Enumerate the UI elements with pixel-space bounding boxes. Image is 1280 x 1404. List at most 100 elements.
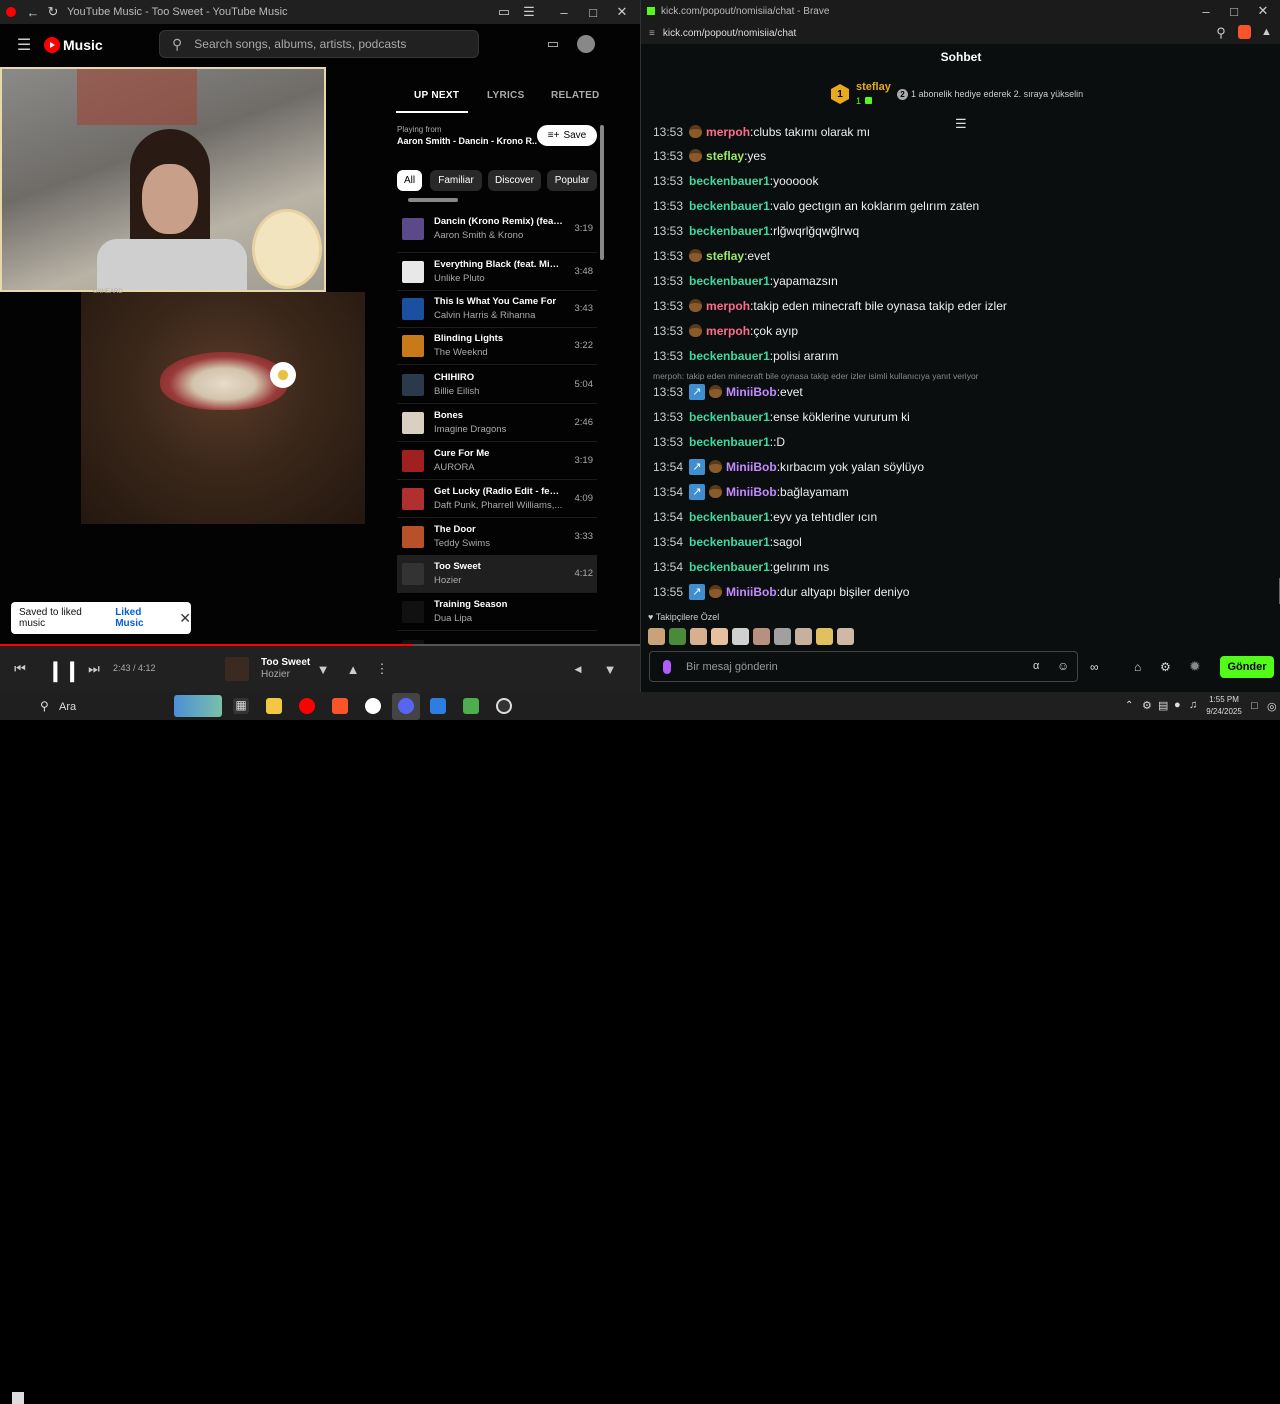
chip-all[interactable]: All (397, 170, 422, 191)
yt-music-logo[interactable]: Music (44, 37, 103, 53)
queue-item[interactable]: Get Lucky (Radio Edit - feat.... Daft Pun… (397, 480, 597, 518)
brave-rewards-icon[interactable]: ▲ (1261, 26, 1272, 38)
queue-item[interactable]: CHIHIRO Billie Eilish 5:04 (397, 366, 597, 404)
hamburger-menu-icon[interactable]: ☰ (16, 37, 32, 54)
taskbar-date[interactable]: 9/24/2025 (1204, 707, 1244, 716)
message-username[interactable]: beckenbauer1 (689, 224, 770, 238)
chat-input[interactable]: Bir mesaj gönderin α ☺ (649, 651, 1078, 682)
queue-item[interactable]: Too Sweet Hozier 4:12 (397, 555, 597, 593)
message-username[interactable]: steflay (706, 249, 744, 263)
tab-up-next[interactable]: UP NEXT (414, 90, 459, 101)
queue-item[interactable]: Dancin (Krono Remix) (feat.... Aaron Smit… (397, 205, 597, 253)
brave-taskbar-icon[interactable] (332, 698, 348, 714)
chip-popular[interactable]: Popular (547, 170, 597, 191)
chip-discover[interactable]: Discover (488, 170, 541, 191)
tray-volume-icon[interactable]: ♫ (1189, 699, 1197, 711)
queue-item[interactable]: Blinding Lights The Weeknd 3:22 (397, 327, 597, 365)
menu-lines-icon[interactable]: ☰ (521, 4, 537, 20)
obs-taskbar-icon[interactable] (496, 698, 512, 714)
notifications-icon[interactable]: □ (1251, 700, 1258, 712)
tray-network-icon[interactable]: ▤ (1158, 699, 1168, 712)
pinned-username[interactable]: steflay (856, 81, 891, 93)
extension-icon[interactable]: ▭ (496, 4, 512, 20)
thumbs-down-icon[interactable]: ▼ (315, 661, 331, 677)
chips-scrollbar[interactable] (408, 198, 458, 202)
emote-icon[interactable] (690, 628, 707, 645)
queue-item[interactable]: Training Season Dua Lipa (397, 593, 597, 631)
tray-microphone-icon[interactable]: ● (1174, 699, 1181, 711)
message-username[interactable]: beckenbauer1 (689, 349, 770, 363)
maximize-icon[interactable]: □ (585, 4, 601, 20)
player-title[interactable]: Too Sweet (261, 657, 310, 668)
emote-icon[interactable] (795, 628, 812, 645)
youtube-music-taskbar-icon[interactable] (299, 698, 315, 714)
points-icon[interactable]: ✹ (1189, 658, 1201, 675)
emote-icon[interactable] (774, 628, 791, 645)
message-username[interactable]: MiniiBob (726, 485, 777, 499)
close-window-icon[interactable]: ✕ (614, 4, 630, 20)
message-username[interactable]: steflay (706, 149, 744, 163)
message-username[interactable]: beckenbauer1 (689, 510, 770, 524)
expand-player-icon[interactable]: ▼ (602, 661, 618, 677)
minimize-icon[interactable]: – (556, 4, 572, 20)
taskbar-search-label[interactable]: Ara (59, 701, 76, 713)
queue-item[interactable]: This Is What You Came For Calvin Harris &… (397, 290, 597, 328)
brave-shield-icon[interactable] (1238, 25, 1251, 39)
emote-icon[interactable] (669, 628, 686, 645)
emote-icon[interactable] (732, 628, 749, 645)
next-track-icon[interactable]: ⏭ (86, 661, 102, 677)
url-field[interactable]: kick.com/popout/nomisiia/chat (663, 28, 796, 39)
zoom-icon[interactable]: ⚲ (1213, 25, 1229, 41)
message-username[interactable]: MiniiBob (726, 585, 777, 599)
avatar[interactable] (577, 35, 595, 53)
message-username[interactable]: merpoh (706, 324, 750, 338)
kick-minimize-icon[interactable]: – (1198, 3, 1214, 19)
emote-icon[interactable] (711, 628, 728, 645)
message-username[interactable]: MiniiBob (726, 385, 777, 399)
message-username[interactable]: merpoh (706, 299, 750, 313)
more-vert-icon[interactable]: ⋮ (374, 661, 390, 677)
task-view-icon[interactable]: ▦ (233, 698, 249, 714)
github-desktop-icon[interactable] (365, 698, 381, 714)
android-taskbar-icon[interactable] (463, 698, 479, 714)
message-username[interactable]: beckenbauer1 (689, 560, 770, 574)
editor-taskbar-icon[interactable] (430, 698, 446, 714)
kick-close-icon[interactable]: ✕ (1255, 3, 1271, 19)
message-username[interactable]: beckenbauer1 (689, 410, 770, 424)
message-username[interactable]: beckenbauer1 (689, 274, 770, 288)
message-username[interactable]: merpoh (706, 125, 750, 139)
discord-taskbar-icon[interactable] (398, 698, 414, 714)
emote-icon[interactable] (837, 628, 854, 645)
settings-gear-icon[interactable]: ⚙ (1160, 660, 1171, 674)
tray-overflow-icon[interactable]: ⌃ (1125, 700, 1133, 711)
queue-item[interactable]: Cure For Me AURORA 3:19 (397, 442, 597, 480)
message-username[interactable]: beckenbauer1 (689, 199, 770, 213)
save-button[interactable]: ≡+ Save (537, 125, 597, 146)
message-username[interactable]: beckenbauer1 (689, 535, 770, 549)
taskbar-time[interactable]: 1:55 PM (1206, 695, 1242, 704)
queue-scrollbar[interactable] (600, 125, 604, 260)
emote-icon[interactable] (753, 628, 770, 645)
taskbar-search-icon[interactable]: ⚲ (40, 699, 49, 713)
microphone-icon[interactable] (663, 660, 671, 674)
tray-bluetooth-icon[interactable]: ⚙ (1142, 699, 1152, 712)
site-settings-icon[interactable]: ≡ (649, 28, 655, 39)
queue-item[interactable]: Everything Black (feat. Mike... Unlike Pl… (397, 253, 597, 291)
community-icon[interactable]: ∞ (1090, 660, 1099, 674)
tab-related[interactable]: RELATED (551, 90, 600, 101)
message-username[interactable]: MiniiBob (726, 460, 777, 474)
pause-icon[interactable]: ❙❙ (47, 658, 81, 683)
send-button[interactable]: Gönder (1220, 656, 1274, 678)
toast-liked-music-link[interactable]: Liked Music (115, 607, 165, 629)
emote-icon[interactable] (648, 628, 665, 645)
store-icon[interactable]: ⌂ (1134, 660, 1141, 674)
previous-track-icon[interactable]: ⏮ (12, 661, 28, 677)
translate-icon[interactable]: α (1033, 660, 1039, 672)
back-arrow-icon[interactable]: ← (25, 4, 41, 20)
message-username[interactable]: beckenbauer1 (689, 174, 770, 188)
show-desktop-icon[interactable]: ◎ (1267, 700, 1277, 713)
chip-familiar[interactable]: Familiar (430, 170, 482, 191)
cast-icon[interactable]: ▭ (545, 36, 561, 52)
close-icon[interactable]: ✕ (179, 610, 191, 627)
windows-start-icon[interactable] (12, 1392, 24, 1404)
